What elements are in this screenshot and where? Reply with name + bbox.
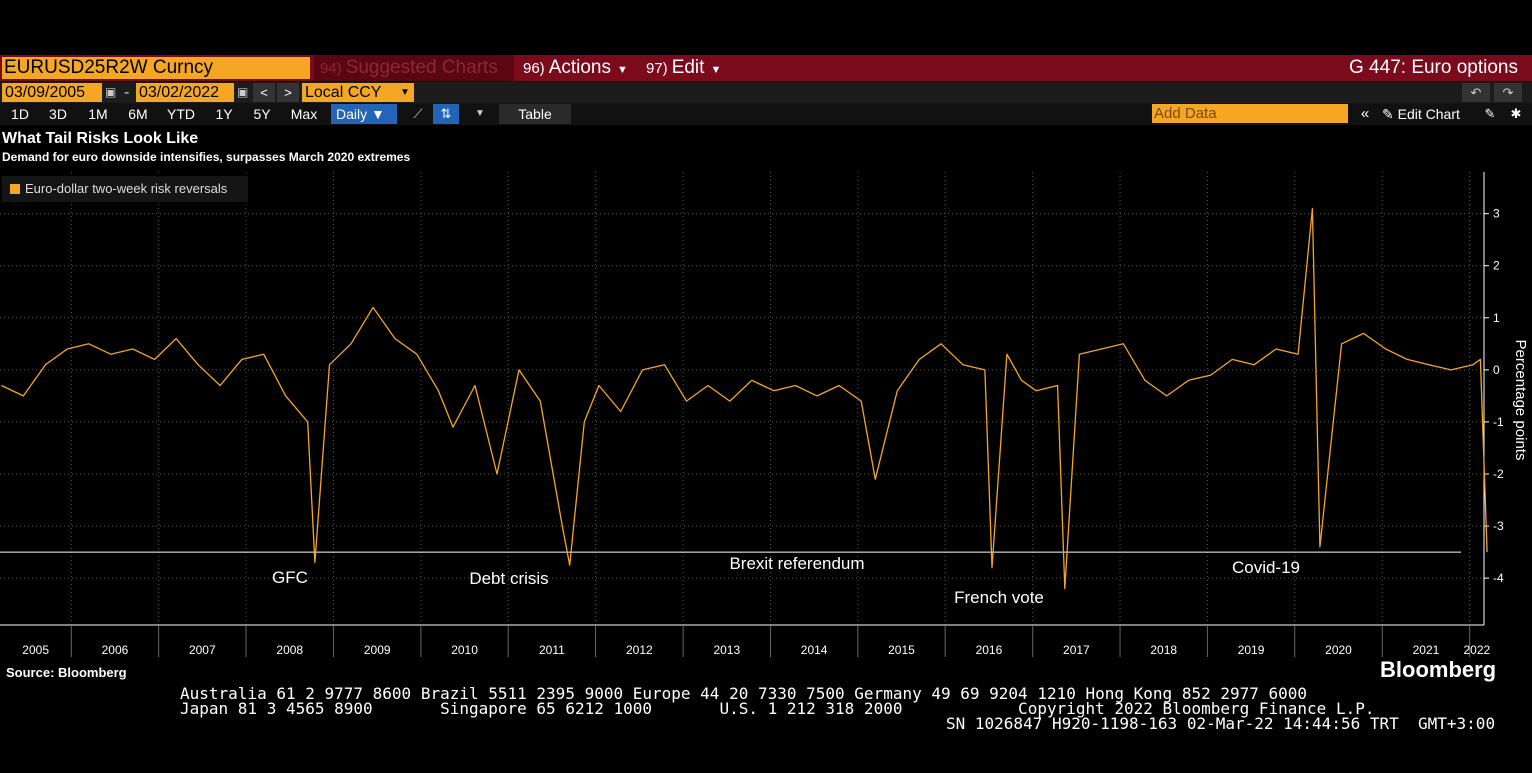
legend-label: Euro-dollar two-week risk reversals	[25, 181, 228, 196]
x-tick-label: 2012	[626, 643, 653, 657]
y-tick-label: 1	[1493, 311, 1500, 325]
y-tick-label: 3	[1493, 207, 1500, 221]
range-ytd[interactable]: YTD	[161, 103, 201, 125]
suggested-charts-label: Suggested Charts	[345, 57, 498, 78]
redo-icon[interactable]: ↷	[1494, 83, 1522, 102]
collapse-icon[interactable]: «	[1354, 104, 1376, 124]
date-separator: -	[124, 84, 130, 101]
pencil-icon: ✎	[1382, 106, 1398, 122]
chart: 2005 2006 2007 2008 2009 2010 2011 2012 2013 2014…	[0, 172, 1529, 657]
range-6m[interactable]: 6M	[122, 103, 154, 125]
annotation-label: French vote	[954, 588, 1044, 607]
ticker-input[interactable]: EURUSD25R2W Curncy	[2, 57, 310, 79]
x-tick-label: 2010	[451, 643, 478, 657]
edit-chart-label: Edit Chart	[1397, 106, 1460, 122]
add-data-input[interactable]: Add Data	[1152, 104, 1348, 123]
x-tick-label: 2015	[888, 643, 915, 657]
annotation-label: GFC	[272, 568, 308, 587]
x-axis: 2005 2006 2007 2008 2009 2010 2011 2012 2013 2014…	[0, 624, 1490, 657]
x-tick-label: 2019	[1238, 643, 1265, 657]
undo-icon[interactable]: ↶	[1462, 83, 1490, 102]
table-button[interactable]: Table	[499, 104, 571, 124]
x-tick-label: 2011	[539, 643, 565, 657]
x-tick-label: 2018	[1150, 643, 1177, 657]
range-1m[interactable]: 1M	[82, 103, 114, 125]
start-date-input[interactable]: 03/09/2005	[2, 83, 102, 102]
calendar-icon[interactable]: ▣	[237, 83, 248, 102]
edit-menu[interactable]: 97) Edit ▼	[640, 55, 732, 81]
annotation-label: Covid-19	[1232, 558, 1300, 577]
chevron-left-icon[interactable]: <	[253, 83, 275, 102]
x-tick-label: 2005	[22, 643, 49, 657]
chart-title: What Tail Risks Look Like	[2, 130, 199, 147]
x-tick-label: 2013	[713, 643, 740, 657]
y-tick-label: -4	[1493, 571, 1504, 585]
x-tick-label: 2009	[364, 643, 391, 657]
range-max[interactable]: Max	[284, 103, 324, 125]
y-tick-label: 2	[1493, 259, 1500, 273]
page-title: G 447: Euro options	[1349, 57, 1518, 78]
actions-label: Actions	[548, 57, 611, 78]
edit-number: 97)	[646, 60, 668, 77]
y-tick-label: -1	[1493, 415, 1504, 429]
caret-down-icon: ▼	[710, 64, 722, 76]
chevron-down-icon[interactable]: ▼	[468, 104, 492, 124]
y-tick-label: -3	[1493, 519, 1504, 533]
suggested-charts-button[interactable]: 94) Suggested Charts	[314, 55, 514, 81]
edit-chart-button[interactable]: ✎ Edit Chart	[1382, 104, 1460, 124]
y-tick-label: 0	[1493, 363, 1500, 377]
y-tick-label: -2	[1493, 467, 1504, 481]
x-tick-label: 2016	[976, 643, 1003, 657]
chart-subtitle: Demand for euro downside intensifies, su…	[2, 150, 411, 164]
x-tick-label: 2022	[1463, 643, 1490, 657]
chevron-down-icon: ▼	[400, 87, 410, 98]
caret-down-icon: ▼	[617, 64, 628, 76]
settings-icon[interactable]: ✱	[1506, 104, 1526, 124]
edit-label: Edit	[671, 57, 705, 78]
frequency-select[interactable]: Daily ▼	[331, 104, 397, 124]
source-note: Source: Bloomberg	[6, 665, 127, 680]
y-axis: 3 2 1 0 -1 -2 -3 -4	[1483, 172, 1504, 625]
annotation-label: Brexit referendum	[729, 554, 864, 573]
range-5y[interactable]: 5Y	[246, 103, 278, 125]
x-tick-label: 2017	[1063, 643, 1090, 657]
x-tick-label: 2021	[1413, 643, 1440, 657]
x-tick-label: 2008	[276, 643, 303, 657]
x-tick-label: 2014	[801, 643, 828, 657]
suggested-charts-number: 94)	[320, 60, 342, 77]
edit-icon[interactable]: ✎	[1480, 104, 1500, 124]
currency-select[interactable]: Local CCY	[302, 83, 414, 102]
chevron-right-icon[interactable]: >	[277, 83, 299, 102]
range-3d[interactable]: 3D	[42, 103, 74, 125]
line-chart-icon[interactable]: ⟋	[406, 104, 430, 124]
actions-menu[interactable]: 96) Actions ▼	[517, 55, 637, 81]
y-axis-label: Percentage points	[1512, 340, 1529, 461]
actions-number: 96)	[523, 60, 545, 77]
range-1y[interactable]: 1Y	[208, 103, 240, 125]
range-1d[interactable]: 1D	[4, 103, 36, 125]
calendar-icon[interactable]: ▣	[105, 83, 116, 102]
bloomberg-logo: Bloomberg	[1380, 657, 1497, 682]
x-tick-label: 2007	[189, 643, 216, 657]
footer-session: SN 1026847 H920-1198-163 02-Mar-22 14:44…	[946, 714, 1496, 733]
end-date-input[interactable]: 03/02/2022	[136, 83, 234, 102]
x-tick-label: 2020	[1325, 643, 1352, 657]
x-tick-label: 2006	[102, 643, 129, 657]
legend-swatch	[10, 184, 20, 194]
bar-toggle-icon[interactable]: ⇅	[433, 104, 459, 124]
annotation-label: Debt crisis	[469, 569, 548, 588]
